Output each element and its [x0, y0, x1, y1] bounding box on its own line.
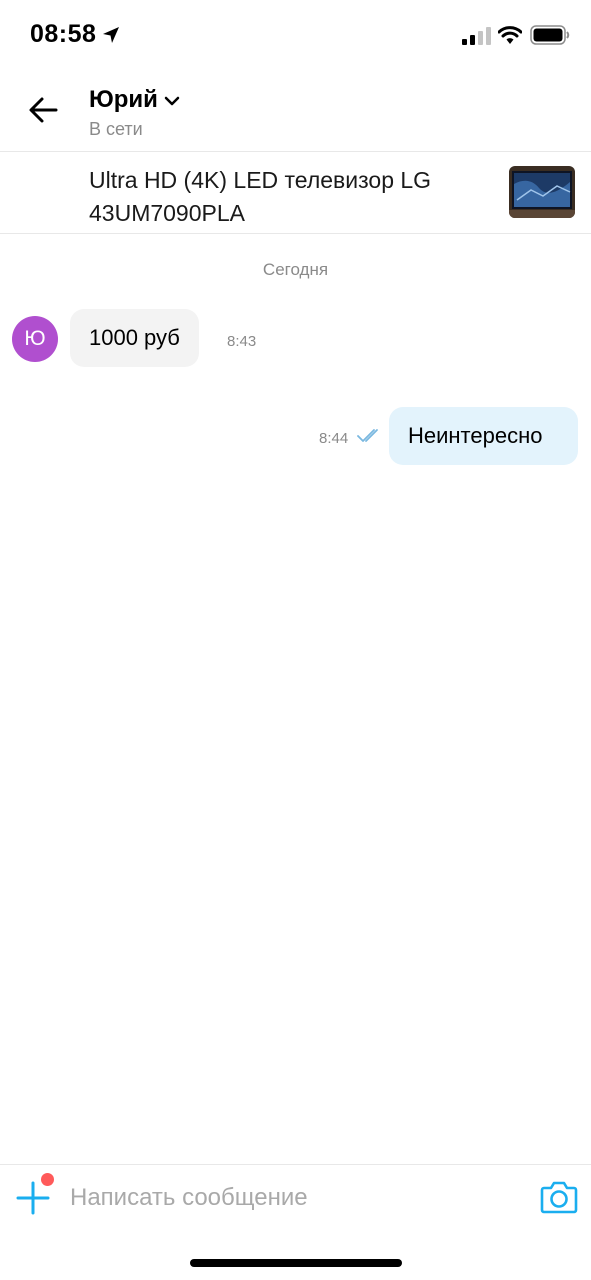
chat-header: Юрий В сети	[0, 72, 591, 152]
listing-thumbnail[interactable]	[509, 166, 575, 218]
notification-dot	[41, 1173, 54, 1186]
battery-icon	[530, 25, 570, 45]
double-check-icon	[357, 429, 378, 442]
message-time: 8:43	[227, 333, 257, 350]
cellular-signal-icon	[462, 27, 491, 45]
contact-online-status: В сети	[89, 119, 143, 139]
contact-name: Юрий	[89, 86, 158, 113]
message-input[interactable]	[70, 1177, 520, 1219]
listing-title: Ultra HD (4K) LED телевизор LG 43UM7090P…	[89, 167, 432, 226]
location-arrow-icon	[103, 27, 119, 43]
message-time: 8:44	[319, 430, 349, 447]
avatar[interactable]: Ю	[12, 316, 58, 362]
outgoing-message-bubble[interactable]: Неинтересно	[389, 407, 578, 465]
wifi-icon	[498, 26, 522, 44]
status-bar: 08:58	[0, 0, 591, 72]
contact-name-dropdown[interactable]: Юрий	[89, 86, 180, 114]
home-indicator	[190, 1259, 402, 1267]
date-separator: Сегодня	[262, 260, 329, 279]
camera-icon[interactable]	[540, 1179, 578, 1215]
chevron-down-icon	[164, 96, 180, 106]
incoming-message-bubble[interactable]: 1000 руб	[70, 309, 199, 367]
listing-bar[interactable]: Ultra HD (4K) LED телевизор LG 43UM7090P…	[0, 152, 591, 234]
message-composer	[0, 1164, 591, 1234]
back-arrow-icon[interactable]	[26, 92, 62, 128]
status-time: 08:58	[30, 20, 97, 48]
